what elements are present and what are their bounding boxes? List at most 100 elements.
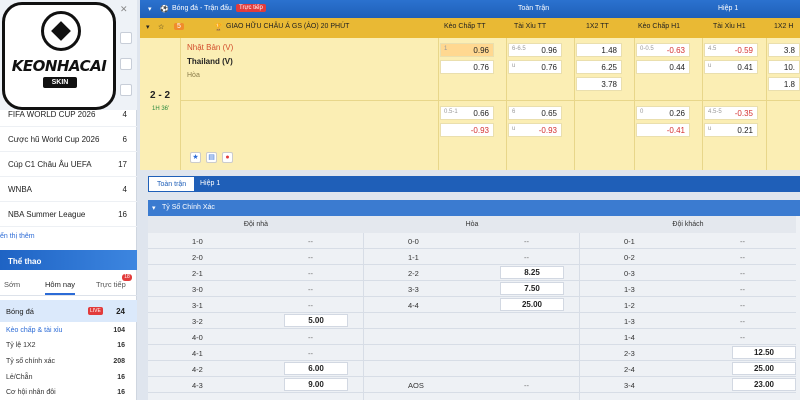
home-team: Nhật Bản (V) <box>187 43 234 52</box>
odds-button[interactable]: u 0.41 <box>704 60 758 74</box>
league-item[interactable]: Cúp C1 Châu Âu UEFA 17 <box>0 153 137 177</box>
league-bar: ▾ ☆ 5 🏆 GIAO HỮU CHÂU Á GS (ẢO) 20 PHÚT … <box>140 18 800 38</box>
odds-button[interactable]: 6 0.65 <box>508 106 562 120</box>
divider <box>180 100 800 101</box>
col-overunder-h1: Tài Xỉu H1 <box>713 23 746 30</box>
league-item[interactable]: WNBA 4 <box>0 178 137 202</box>
odds-button[interactable]: u 0.76 <box>508 60 562 74</box>
collapse-icon[interactable]: ▾ <box>148 5 152 13</box>
star-icon[interactable]: ★ <box>190 152 201 163</box>
draw-label: Hòa <box>187 72 200 79</box>
odds-button[interactable]: 1 0.96 <box>440 43 494 57</box>
odds-button[interactable]: 9.00 <box>284 378 348 391</box>
tab-early[interactable]: Sớm <box>4 280 20 289</box>
odds-value: 0.76 <box>541 63 557 72</box>
odds-button[interactable]: 3.8 <box>768 43 800 57</box>
divider <box>180 38 181 170</box>
market-item[interactable]: Kèo chấp & tài xỉu 104 <box>0 325 137 338</box>
market-item[interactable]: Cơ hội nhân đôi 16 <box>0 387 137 400</box>
odds-button[interactable]: 0.44 <box>636 60 690 74</box>
market-item[interactable]: Tỷ số chính xác 208 <box>0 356 137 369</box>
odds-button[interactable]: 0 0.26 <box>636 106 690 120</box>
league-count: 4 <box>122 110 127 119</box>
odds-button[interactable]: 4.5-5 -0.35 <box>704 106 758 120</box>
score-label: 3-4 <box>624 381 635 390</box>
sport-item-football[interactable]: Bóng đá LIVE 24 <box>0 300 137 322</box>
league-item[interactable]: FIFA WORLD CUP 2026 4 <box>0 103 137 127</box>
score-label: 2-1 <box>192 269 203 278</box>
odds-button[interactable]: 23.00 <box>732 378 796 391</box>
table-row: 0-1 -- <box>580 233 796 249</box>
league-count: 16 <box>118 210 127 219</box>
odds-button[interactable]: u -0.93 <box>508 123 562 137</box>
sport-tabs: Sớm Hôm nay Trực tiếp <box>0 272 137 296</box>
league-icon <box>120 32 132 44</box>
live-count-badge: 18 <box>122 274 132 281</box>
live-stream-icon[interactable]: ● <box>222 152 233 163</box>
market-count: 104 <box>113 327 125 334</box>
score-label: 0-0 <box>408 237 419 246</box>
odds-button[interactable]: 1.48 <box>576 43 622 57</box>
odds-value: -- <box>308 333 313 342</box>
odds-button[interactable]: -0.93 <box>440 123 494 137</box>
odds-button[interactable]: 0-0.5 -0.63 <box>636 43 690 57</box>
odds-button[interactable]: 10. <box>768 60 800 74</box>
odds-value: -0.41 <box>666 126 685 135</box>
table-row: 4-3 9.00 <box>148 377 364 393</box>
odds-button[interactable]: 5.00 <box>284 314 348 327</box>
column-header: Hòa <box>364 216 580 233</box>
odds-button[interactable]: 4.5 -0.59 <box>704 43 758 57</box>
odds-button[interactable]: 6.25 <box>576 60 622 74</box>
score-label: 3-0 <box>192 285 203 294</box>
market-item[interactable]: Tỷ lệ 1X2 16 <box>0 340 137 353</box>
tab-full-match[interactable]: Toàn trận <box>148 176 196 192</box>
odds-button[interactable]: 1.8 <box>768 77 800 91</box>
league-item[interactable]: NBA Summer League 16 <box>0 203 137 227</box>
odds-button[interactable]: 25.00 <box>500 298 564 311</box>
show-more-link[interactable]: ển thị thêm <box>0 233 35 240</box>
market-count: 16 <box>117 389 125 396</box>
market-name: Cơ hội nhân đôi <box>6 389 56 396</box>
league-item[interactable]: Cược hũ World Cup 2026 6 <box>0 128 137 152</box>
odds-button[interactable]: 0.76 <box>440 60 494 74</box>
col-handicap-h1: Kèo Chấp H1 <box>638 23 681 30</box>
tab-first-half[interactable]: Hiệp 1 <box>192 176 228 192</box>
odds-value: -0.35 <box>734 109 753 118</box>
odds-value: 0.66 <box>473 109 489 118</box>
draw-column: Hòa 0-0 -- 1-1 -- 2-2 8.25 3-3 7.50 4-4 25.00… <box>364 216 580 400</box>
detail-tabs: Toàn trận Hiệp 1 <box>148 176 800 192</box>
table-row: 1-1 -- <box>364 249 580 265</box>
odds-button[interactable]: 25.00 <box>732 362 796 375</box>
star-icon[interactable]: ☆ <box>158 23 164 31</box>
odds-button[interactable]: 8.25 <box>500 266 564 279</box>
tab-today[interactable]: Hôm nay <box>45 280 76 295</box>
odds-button[interactable]: 6.00 <box>284 362 348 375</box>
odds-button[interactable]: 0.5-1 0.66 <box>440 106 494 120</box>
odds-button[interactable]: -0.41 <box>636 123 690 137</box>
close-icon[interactable]: ✕ <box>120 4 132 16</box>
market-item[interactable]: Lẻ/Chẵn 16 <box>0 372 137 385</box>
odds-button[interactable]: 7.50 <box>500 282 564 295</box>
divider <box>702 38 703 170</box>
odds-button[interactable]: 3.78 <box>576 77 622 91</box>
correct-score-header[interactable]: ▾ Tỷ Số Chính Xác <box>148 200 800 216</box>
table-row: 2-2 8.25 <box>364 265 580 281</box>
odds-button[interactable]: 12.50 <box>732 346 796 359</box>
odds-value: -0.93 <box>538 126 557 135</box>
odds-button[interactable]: u 0.21 <box>704 123 758 137</box>
odds-value: -- <box>740 269 745 278</box>
score-label: 2-0 <box>192 253 203 262</box>
odds-value: 3.78 <box>601 80 617 89</box>
odds-value: -- <box>308 237 313 246</box>
sports-header[interactable]: Thể thao <box>0 250 137 270</box>
site-logo[interactable]: KEONHACAI SKIN <box>2 2 116 110</box>
collapse-icon[interactable]: ▾ <box>146 23 150 31</box>
correct-score-title: Tỷ Số Chính Xác <box>162 204 215 211</box>
odds-value: -- <box>740 317 745 326</box>
logo-subtext: SKIN <box>43 77 77 88</box>
odds-line: u <box>512 126 516 132</box>
stats-icon[interactable]: ▤ <box>206 152 217 163</box>
table-row: 2-4 25.00 <box>580 361 796 377</box>
tab-live[interactable]: Trực tiếp <box>96 280 126 289</box>
odds-button[interactable]: 6-6.5 0.96 <box>508 43 562 57</box>
